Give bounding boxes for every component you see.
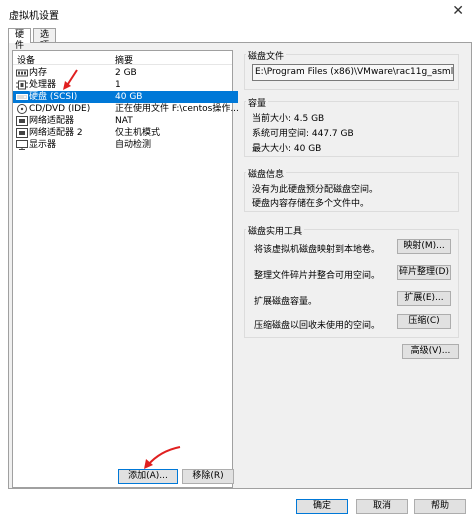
device-row-cd-dvd[interactable]: CD/DVD (IDE) 正在使用文件 F:\centos操作... [13, 103, 239, 115]
device-summary: NAT [115, 116, 133, 126]
defragment-button[interactable]: 碎片整理(D) [397, 265, 451, 280]
device-row-display[interactable]: 显示器 自动检测 [13, 139, 238, 151]
add-device-button[interactable]: 添加(A)... [118, 469, 178, 484]
device-name: 显示器 [29, 140, 57, 150]
device-row-network-adapter-2[interactable]: 网络适配器 2 仅主机模式 [13, 127, 238, 139]
window-title: 虚拟机设置 [9, 11, 59, 22]
compact-button[interactable]: 压缩(C) [397, 314, 451, 329]
device-name: CD/DVD (IDE) [29, 104, 91, 114]
expand-desc: 扩展磁盘容量。 [254, 297, 318, 307]
device-name: 内存 [29, 68, 48, 78]
device-list[interactable]: 设备 摘要 内存 2 GB 处理器 1 硬盘 (SCSI) 40 GB CD/D… [12, 50, 239, 488]
display-icon [16, 140, 28, 150]
device-name: 网络适配器 [29, 116, 75, 126]
remove-device-button[interactable]: 移除(R) [182, 469, 234, 484]
annotation-arrow-icon [63, 69, 78, 90]
map-button[interactable]: 映射(M)... [397, 239, 451, 254]
expand-button[interactable]: 扩展(E)... [397, 291, 451, 306]
device-list-header: 设备 摘要 [13, 51, 232, 66]
device-summary: 仅主机模式 [115, 128, 161, 138]
cancel-button[interactable]: 取消 [356, 499, 408, 514]
device-summary: 40 GB [115, 92, 143, 102]
device-name: 网络适配器 2 [29, 128, 83, 138]
capacity-title: 容量 [246, 96, 269, 109]
title-bar: 虚拟机设置 ✕ [0, 0, 474, 26]
header-summary: 摘要 [115, 56, 134, 66]
disk-file-path[interactable]: E:\Program Files (x86)\VMware\rac11g_asm… [252, 64, 454, 81]
max-size: 最大大小: 40 GB [252, 144, 322, 154]
device-row-network-adapter[interactable]: 网络适配器 NAT [13, 115, 238, 127]
device-row-memory[interactable]: 内存 2 GB [13, 67, 238, 79]
defragment-desc: 整理文件碎片并整合可用空间。 [254, 271, 381, 281]
network-adapter-icon [16, 116, 28, 126]
network-adapter-icon [16, 128, 28, 138]
device-summary: 2 GB [115, 68, 137, 78]
ok-button[interactable]: 确定 [296, 499, 348, 514]
device-name: 处理器 [29, 80, 57, 90]
help-button[interactable]: 帮助 [414, 499, 466, 514]
device-row-hard-disk[interactable]: 硬盘 (SCSI) 40 GB [13, 91, 238, 103]
disk-info-line1: 没有为此硬盘预分配磁盘空间。 [252, 185, 379, 195]
device-name: 硬盘 (SCSI) [29, 92, 78, 102]
disk-utilities-title: 磁盘实用工具 [246, 224, 305, 237]
current-size: 当前大小: 4.5 GB [252, 114, 325, 124]
hard-disk-icon [16, 94, 28, 100]
annotation-arrow-icon [144, 446, 181, 469]
map-desc: 将该虚拟机磁盘映射到本地卷。 [254, 245, 381, 255]
close-icon[interactable]: ✕ [452, 3, 464, 19]
cpu-icon [16, 80, 28, 90]
compact-desc: 压缩磁盘以回收未使用的空间。 [254, 321, 381, 331]
device-summary: 自动检测 [115, 140, 152, 150]
tab-options[interactable]: 选项 [33, 28, 57, 51]
device-row-cpu[interactable]: 处理器 1 [13, 79, 238, 91]
cd-dvd-icon [17, 104, 27, 114]
disk-info-title: 磁盘信息 [246, 167, 287, 180]
advanced-button[interactable]: 高级(V)... [402, 344, 459, 359]
disk-file-title: 磁盘文件 [246, 49, 287, 62]
system-free-space: 系统可用空间: 447.7 GB [252, 129, 354, 139]
tab-hardware[interactable]: 硬件 [8, 28, 32, 51]
disk-info-line2: 硬盘内容存储在多个文件中。 [252, 199, 370, 209]
header-device: 设备 [17, 56, 36, 66]
device-summary: 正在使用文件 F:\centos操作... [115, 104, 239, 114]
device-summary: 1 [115, 80, 121, 90]
memory-icon [16, 69, 28, 77]
